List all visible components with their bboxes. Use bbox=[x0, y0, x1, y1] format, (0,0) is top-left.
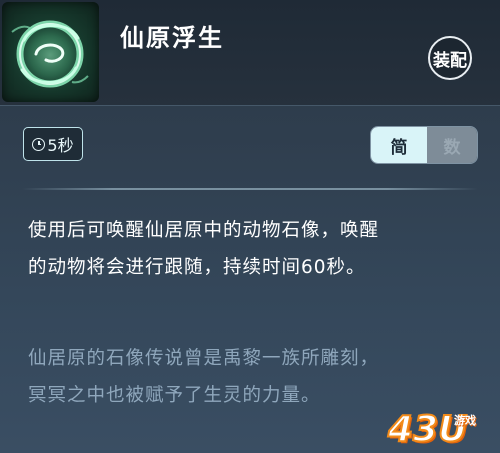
cooldown-label: 5秒 bbox=[47, 136, 74, 155]
toggle-option-numeric[interactable]: 数 bbox=[427, 127, 477, 163]
skill-header: 仙原浮生 装配 bbox=[0, 0, 500, 105]
skill-icon-graphic bbox=[10, 14, 90, 94]
toggle-option-simple[interactable]: 简 bbox=[371, 127, 427, 163]
skill-name: 仙原浮生 bbox=[120, 24, 224, 52]
skill-detail-panel: 仙原浮生 装配 5秒 简 数 使用后可唤醒仙居原中的动物石像，唤醒 的动物将会进… bbox=[0, 0, 500, 453]
clock-icon bbox=[32, 137, 46, 151]
description-line: 使用后可唤醒仙居原中的动物石像，唤醒 bbox=[28, 220, 380, 241]
skill-description: 使用后可唤醒仙居原中的动物石像，唤醒 的动物将会进行跟随，持续时间60秒。 bbox=[28, 212, 478, 286]
section-divider bbox=[22, 188, 478, 190]
swirl-ring-icon bbox=[2, 2, 99, 102]
site-watermark-logo: 43U 游戏 bbox=[387, 404, 498, 451]
lore-line: 仙居原的石像传说曾是禹黎一族所雕刻， bbox=[28, 348, 380, 369]
description-mode-toggle[interactable]: 简 数 bbox=[370, 126, 478, 164]
cooldown-badge: 5秒 bbox=[23, 127, 83, 161]
skill-lore: 仙居原的石像传说曾是禹黎一族所雕刻， 冥冥之中也被赋予了生灵的力量。 bbox=[28, 340, 478, 414]
watermark-sub: 游戏 bbox=[454, 414, 476, 427]
header-divider bbox=[0, 105, 500, 106]
description-line: 的动物将会进行跟随，持续时间60秒。 bbox=[28, 257, 366, 278]
equip-button[interactable]: 装配 bbox=[428, 36, 472, 80]
